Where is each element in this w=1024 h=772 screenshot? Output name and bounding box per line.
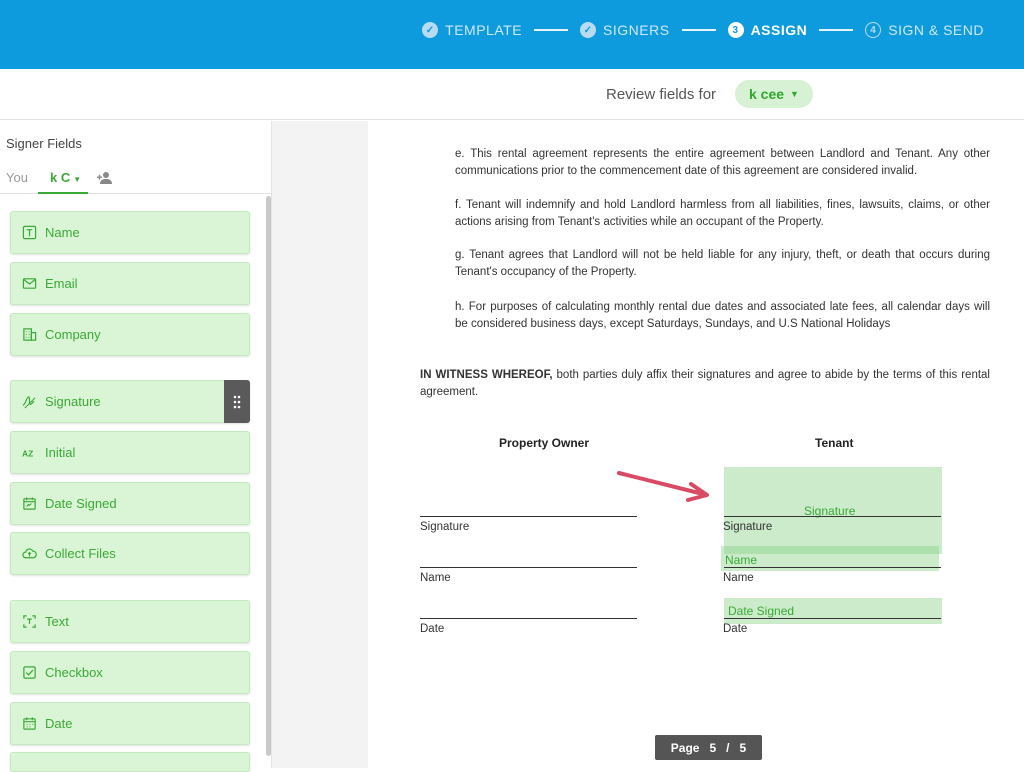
field-collect-files-button[interactable]: Collect Files — [10, 532, 250, 575]
field-label: Signature — [45, 394, 101, 409]
field-label: Date Signed — [45, 496, 117, 511]
page-label: Page — [670, 740, 700, 755]
tenant-date-line — [724, 618, 941, 619]
field-date-button[interactable]: Date — [10, 702, 250, 745]
caret-down-icon: ▼ — [73, 175, 82, 184]
field-label: Text — [45, 614, 69, 629]
field-label: Checkbox — [45, 665, 103, 680]
tenant-name-line — [724, 567, 941, 568]
field-name-button[interactable]: Name — [10, 211, 250, 254]
owner-heading: Property Owner — [499, 436, 590, 450]
tenant-signature-line — [724, 516, 941, 517]
review-label: Review fields for — [606, 86, 717, 103]
owner-signature-line — [420, 516, 637, 517]
clause-h: h. For purposes of calculating monthly r… — [455, 301, 990, 330]
check-icon: ✓ — [422, 22, 439, 38]
step-assign[interactable]: 3 ASSIGN — [727, 22, 808, 38]
initial-icon: AZ — [21, 445, 37, 461]
signer-tabs: You k C ▼ — [0, 165, 272, 194]
field-label: Email — [45, 276, 78, 291]
page-separator: / — [726, 740, 730, 755]
tab-you[interactable]: You — [6, 170, 28, 185]
tab-signer-label: k C — [50, 170, 71, 185]
clause-g: g. Tenant agrees that Landlord will not … — [455, 249, 990, 278]
clause-f: f. Tenant will indemnify and hold Landlo… — [455, 199, 990, 228]
tenant-signature-label: Signature — [723, 521, 773, 533]
tenant-name-label: Name — [723, 572, 754, 584]
step-template[interactable]: ✓ TEMPLATE — [422, 22, 522, 38]
step-label: SIGNERS — [603, 22, 670, 38]
tenant-heading: Tenant — [815, 436, 854, 450]
sidebar-scrollbar[interactable] — [266, 196, 271, 756]
tenant-date-label: Date — [723, 623, 748, 635]
drag-handle-icon[interactable] — [224, 380, 250, 423]
field-email-button[interactable]: Email — [10, 262, 250, 305]
field-label: Company — [45, 327, 101, 342]
step-signers[interactable]: ✓ SIGNERS — [580, 22, 670, 38]
witness-bold: IN WITNESS WHEREOF, — [420, 369, 553, 381]
field-date-signed-button[interactable]: Date Signed — [10, 482, 250, 525]
clause-e: e. This rental agreement represents the … — [455, 148, 990, 177]
placed-date-signed-field[interactable]: Date Signed — [724, 598, 942, 624]
step-label: SIGN & SEND — [888, 22, 984, 38]
tab-signer-kc[interactable]: k C ▼ — [38, 165, 88, 194]
name-field-icon — [21, 225, 37, 241]
step-connector — [534, 29, 569, 31]
owner-date-label: Date — [420, 623, 445, 635]
field-signature-button[interactable]: Signature — [10, 380, 250, 423]
owner-name-line — [420, 567, 637, 568]
field-label: Collect Files — [45, 546, 116, 561]
email-icon — [21, 276, 37, 292]
placed-signature-field[interactable]: Signature — [724, 467, 942, 554]
field-label: Name — [45, 225, 80, 240]
page-total: 5 — [739, 740, 747, 755]
annotation-arrow-icon — [617, 471, 709, 502]
date-signed-icon — [21, 496, 37, 512]
caret-down-icon: ▼ — [790, 89, 799, 99]
text-field-icon — [21, 614, 37, 630]
step-number: 4 — [865, 22, 882, 38]
owner-name-label: Name — [420, 572, 451, 584]
field-text-button[interactable]: Text — [10, 600, 250, 643]
step-progress: ✓ TEMPLATE ✓ SIGNERS 3 ASSIGN 4 SIGN & S… — [422, 22, 984, 38]
signer-dropdown[interactable]: k cee ▼ — [735, 80, 813, 108]
review-bar: Review fields for k cee ▼ — [0, 69, 1024, 120]
progress-header: ✓ TEMPLATE ✓ SIGNERS 3 ASSIGN 4 SIGN & S… — [0, 0, 1024, 69]
company-icon — [21, 327, 37, 343]
field-company-button[interactable]: Company — [10, 313, 250, 356]
step-connector — [681, 29, 716, 31]
page-indicator: Page 5 / 5 — [655, 735, 762, 760]
calendar-icon — [21, 716, 37, 732]
svg-text:AZ: AZ — [22, 448, 33, 458]
field-label: Initial — [45, 445, 76, 460]
owner-date-line — [420, 618, 637, 619]
field-initial-button[interactable]: AZ Initial — [10, 431, 250, 474]
step-connector — [819, 29, 854, 31]
signature-icon — [21, 394, 37, 410]
step-sign-send[interactable]: 4 SIGN & SEND — [865, 22, 984, 38]
field-checkbox-button[interactable]: Checkbox — [10, 651, 250, 694]
step-label: TEMPLATE — [445, 22, 523, 38]
cloud-upload-icon — [21, 546, 37, 562]
sidebar-title: Signer Fields — [6, 136, 82, 151]
add-signer-icon[interactable] — [97, 171, 113, 185]
step-label: ASSIGN — [750, 22, 808, 38]
step-number: 3 — [727, 22, 744, 38]
owner-signature-label: Signature — [420, 521, 470, 533]
signer-name: k cee — [749, 86, 785, 102]
placed-name-label: Name — [725, 553, 758, 567]
checkbox-icon — [21, 665, 37, 681]
witness-paragraph: IN WITNESS WHEREOF, both parties duly af… — [420, 367, 990, 401]
placed-date-signed-label: Date Signed — [728, 604, 795, 618]
field-more-button[interactable] — [10, 752, 250, 772]
field-label: Date — [45, 716, 73, 731]
page-current: 5 — [709, 740, 717, 755]
check-icon: ✓ — [580, 22, 597, 38]
